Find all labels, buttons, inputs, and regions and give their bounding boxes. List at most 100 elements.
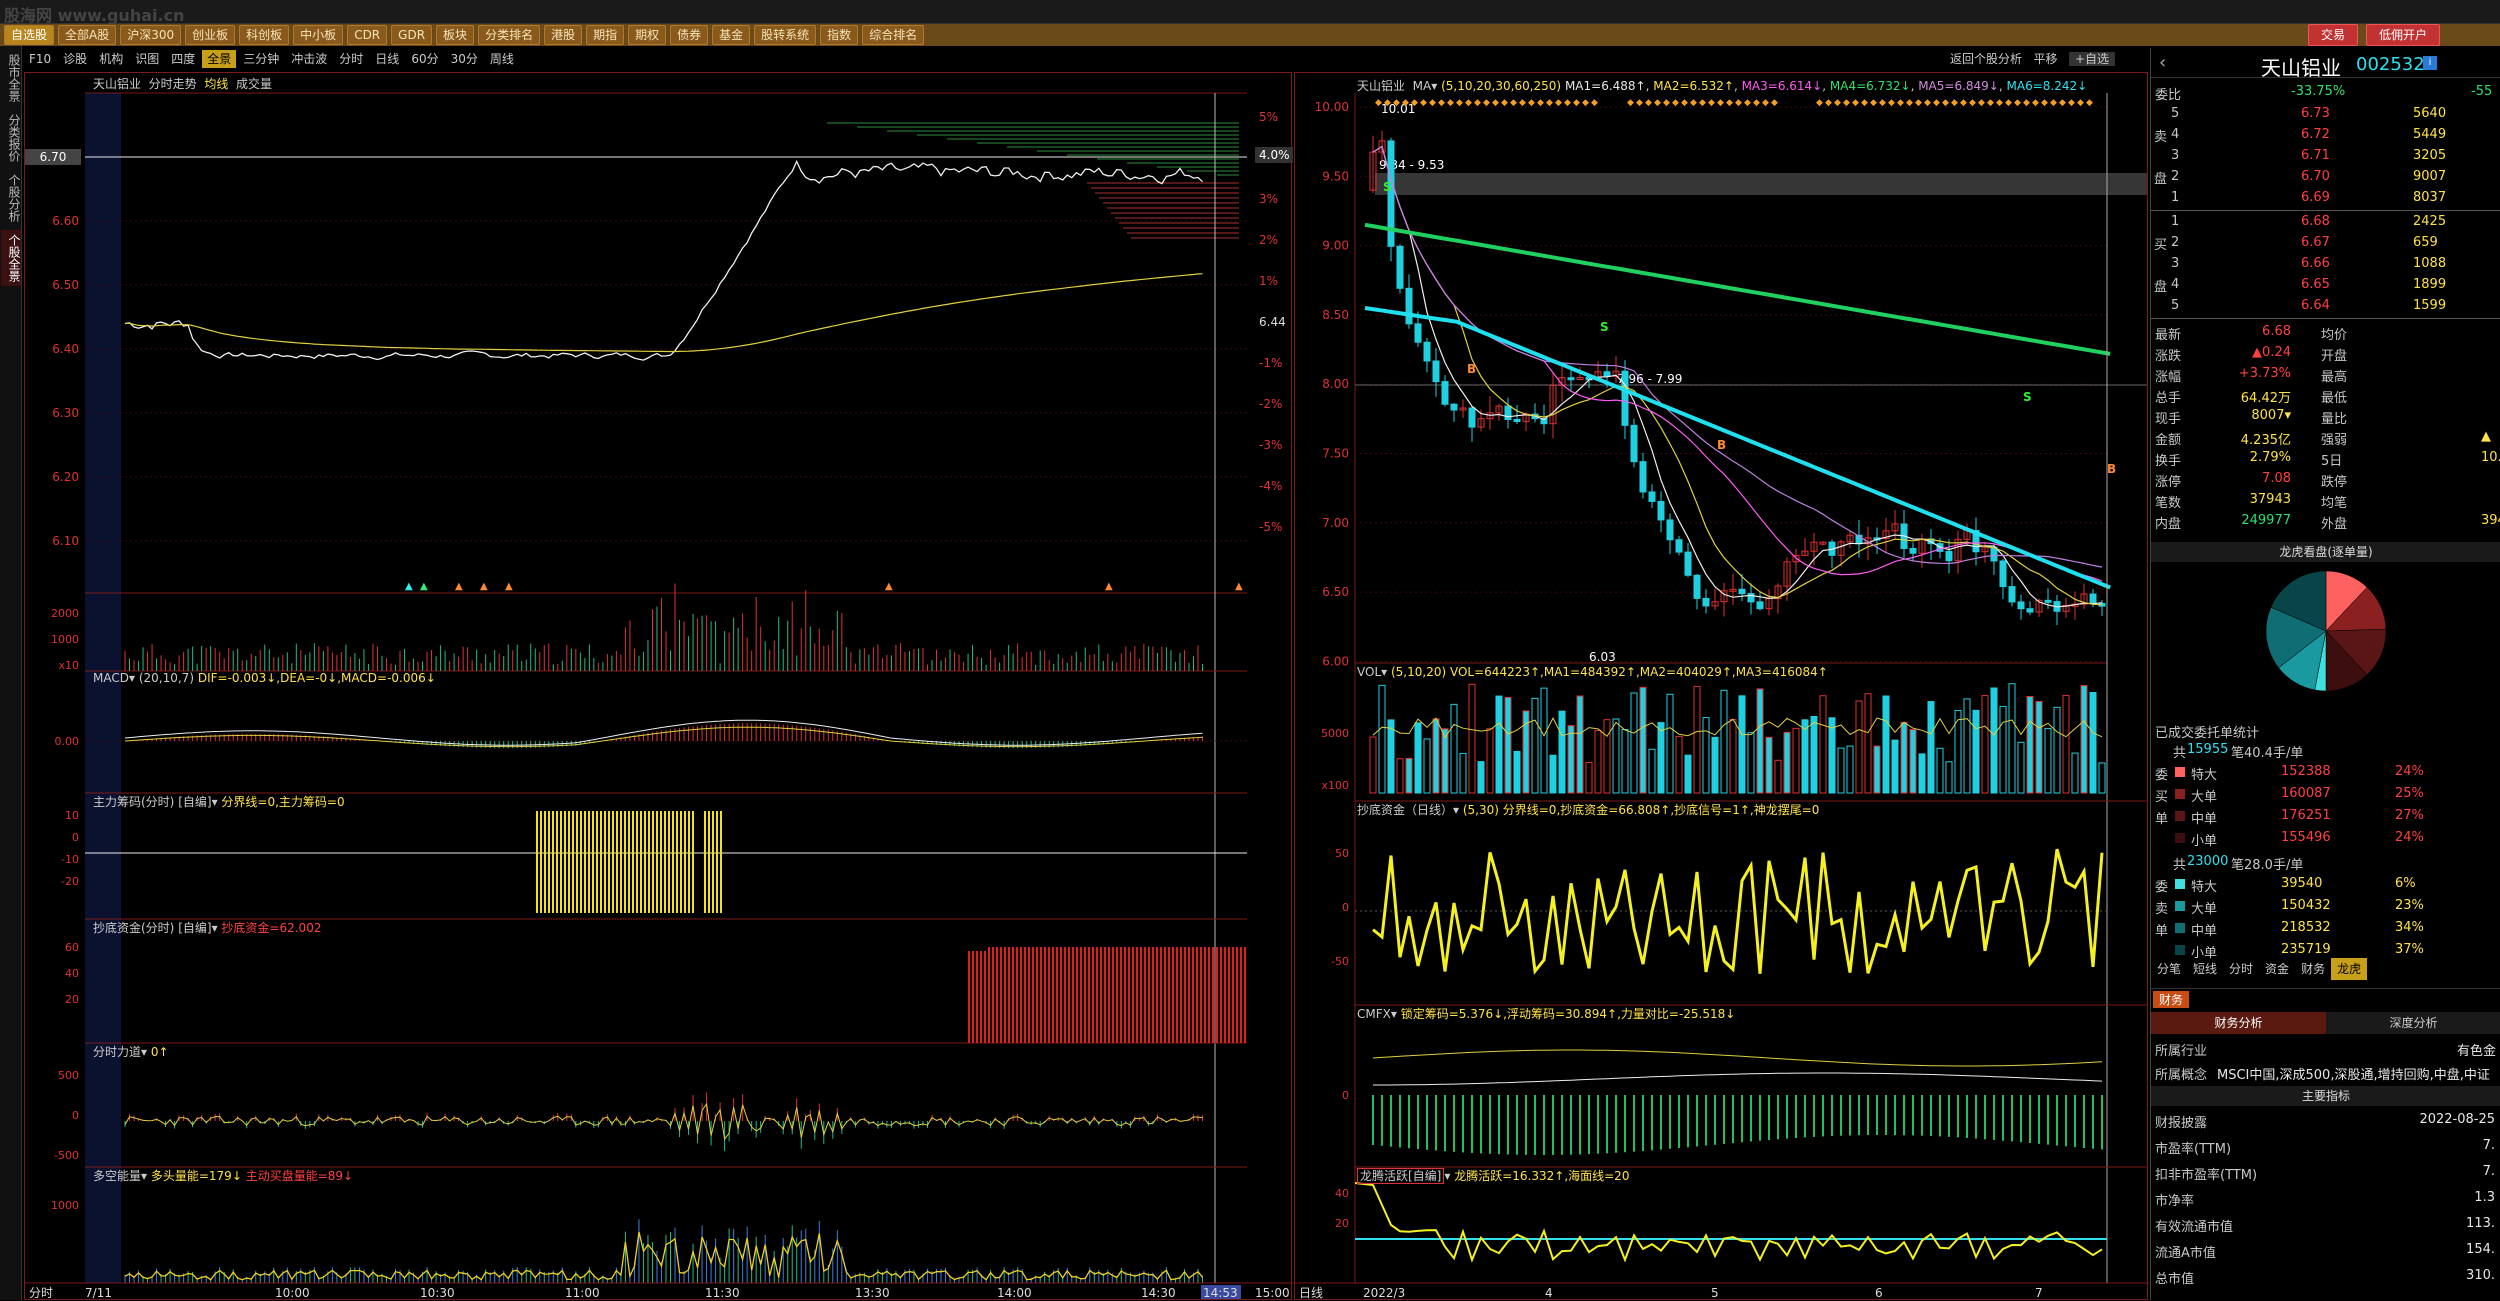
period-button[interactable]: 分时 — [334, 50, 368, 68]
side-tab[interactable]: 个股分析 — [1, 170, 21, 226]
period-button[interactable]: 机构 — [94, 50, 128, 68]
candle-body — [1630, 424, 1638, 463]
menu-item[interactable]: 综合排名 — [862, 25, 925, 45]
ma6-line — [1364, 306, 2111, 590]
cmfx-title[interactable]: CMFX — [1357, 1007, 1391, 1021]
quote-tab[interactable]: 财务 — [2295, 958, 2331, 980]
side-tab[interactable]: 分类报价 — [1, 110, 21, 166]
sell-group-vol: 176251 — [2281, 808, 2331, 823]
vol-day-bar — [1396, 758, 1404, 794]
lthy-title[interactable]: 龙腾活跃[自编] — [1357, 1168, 1445, 1184]
menu-item[interactable]: 指数 — [820, 25, 859, 45]
fin-value: 310. — [2466, 1268, 2495, 1283]
signal-diamond: ◆ — [1582, 98, 1589, 108]
period-button[interactable]: 冲击波 — [286, 50, 332, 68]
buy-level: 2 — [2171, 235, 2180, 250]
ma-label[interactable]: MA — [1413, 79, 1432, 93]
quote-tab[interactable]: 分时 — [2223, 958, 2259, 980]
menu-item[interactable]: CDR — [347, 25, 388, 45]
cdzj-tick: 40 — [65, 967, 79, 980]
stat-key: 涨幅 — [2155, 370, 2182, 385]
menu-item[interactable]: 板块 — [436, 25, 475, 45]
buy-row[interactable]: 4 6.65 1899 — [2151, 275, 2500, 296]
menu-item[interactable]: 港股 — [544, 25, 583, 45]
fin-analysis-tab[interactable]: 财务分析 — [2151, 1012, 2326, 1034]
quote-tab[interactable]: 资金 — [2259, 958, 2295, 980]
vol-day-bar — [1909, 729, 1917, 794]
period-button[interactable]: 识图 — [130, 50, 164, 68]
quote-panel: ‹ 天山铝业 002532 i 委比 -33.75% -55 5 6.73 5640… — [2150, 48, 2500, 1300]
back-chevron-icon[interactable]: ‹ — [2159, 52, 2166, 73]
vol-title[interactable]: VOL — [1357, 665, 1381, 679]
bs-marker: S — [1600, 320, 1609, 334]
signal-diamond: ◆ — [1411, 98, 1418, 108]
flat-button[interactable]: 平移 — [2033, 52, 2057, 66]
menu-item[interactable]: 中小板 — [293, 25, 344, 45]
menu-item[interactable]: 股转系统 — [754, 25, 817, 45]
side-tab[interactable]: 股市全景 — [1, 50, 21, 106]
vol-day-bar — [1567, 725, 1575, 794]
add-watchlist-button[interactable]: +自选 — [2068, 52, 2115, 66]
dkln-title[interactable]: 多空能量 — [93, 1169, 141, 1183]
macd-title[interactable]: MACD — [93, 671, 129, 685]
vol-day-bar — [1387, 719, 1395, 794]
period-button[interactable]: 全景 — [202, 50, 237, 68]
menu-item[interactable]: 全部A股 — [58, 25, 117, 45]
cmfx-values: 锁定筹码=5.376↓,浮动筹码=30.894↑,力量对比=-25.518↓ — [1400, 1007, 1736, 1021]
finance-tab[interactable]: 财务 — [2153, 991, 2190, 1008]
period-button[interactable]: 30分 — [446, 50, 483, 68]
buy-row[interactable]: 2 6.67 659 — [2151, 233, 2500, 254]
vol-day-bar — [1711, 736, 1719, 794]
sell-row[interactable]: 5 6.73 5640 — [2151, 104, 2500, 125]
candle-body — [1675, 539, 1683, 553]
fsld-title[interactable]: 分时力道 — [93, 1045, 141, 1059]
cdzj-title[interactable]: 抄底资金(分时) — [93, 921, 174, 935]
period-button[interactable]: F10 — [24, 50, 56, 68]
menu-item[interactable]: 分类排名 — [478, 25, 541, 45]
kline-panel: 10.00 9.50 9.00 8.50 8.00 7.50 7.00 6.50 6.00 9.3… — [1294, 72, 2149, 1300]
info-icon[interactable]: i — [2423, 56, 2437, 70]
period-button[interactable]: 日线 — [370, 50, 404, 68]
sell-row[interactable]: 2 6.70 9007 — [2151, 167, 2500, 188]
open-account-button[interactable]: 低佣开户 — [2365, 24, 2440, 46]
trade-button[interactable]: 交易 — [2307, 24, 2358, 46]
deep-analysis-tab[interactable]: 深度分析 — [2326, 1012, 2500, 1034]
menu-item[interactable]: 沪深300 — [120, 25, 182, 45]
menu-item[interactable]: 创业板 — [185, 25, 236, 45]
menu-item[interactable]: GDR — [391, 25, 433, 45]
vol-day-tick: x100 — [1321, 779, 1349, 792]
menu-item[interactable]: 期指 — [586, 25, 625, 45]
back-analysis-button[interactable]: 返回个股分析 — [1950, 52, 2022, 66]
time-tick: 14:30 — [1141, 1286, 1176, 1300]
candle-body — [1990, 546, 1998, 562]
sell-row[interactable]: 1 6.69 8037 — [2151, 188, 2500, 209]
cdzj-day-title[interactable]: 抄底资金（日线） — [1357, 803, 1453, 817]
sell-side-label: 盘 — [2154, 172, 2168, 187]
buy-row[interactable]: 3 6.66 1088 — [2151, 254, 2500, 275]
period-button[interactable]: 诊股 — [58, 50, 92, 68]
signal-diamond: ◆ — [1537, 98, 1544, 108]
side-tab[interactable]: 个股全景 — [1, 230, 21, 286]
buy-row[interactable]: 1 6.68 2425 — [2151, 212, 2500, 233]
signal-diamond: ◆ — [1672, 98, 1679, 108]
period-button[interactable]: 三分钟 — [238, 50, 284, 68]
candle-body — [1756, 601, 1764, 610]
sell-row[interactable]: 4 6.72 5449 — [2151, 125, 2500, 146]
buy-row[interactable]: 5 6.64 1599 — [2151, 296, 2500, 317]
menu-item[interactable]: 期权 — [628, 25, 667, 45]
stat-key: 现手 — [2155, 412, 2182, 427]
period-button[interactable]: 四度 — [166, 50, 200, 68]
menu-item[interactable]: 科创板 — [239, 25, 290, 45]
period-button[interactable]: 60分 — [406, 50, 443, 68]
period-button[interactable]: 周线 — [485, 50, 519, 68]
zljm-title[interactable]: 主力筹码(分时) — [93, 795, 174, 809]
sell-row[interactable]: 3 6.71 3205 — [2151, 146, 2500, 167]
quote-tab[interactable]: 短线 — [2187, 958, 2223, 980]
quote-tab[interactable]: 分笔 — [2151, 958, 2187, 980]
menu-item[interactable]: 自选股 — [4, 25, 55, 45]
quote-tab[interactable]: 龙虎 — [2331, 958, 2368, 980]
lhk-title: 龙虎看盘(逐单量) — [2151, 542, 2500, 562]
menu-item[interactable]: 债券 — [670, 25, 709, 45]
stat-value: 64.42万 — [2240, 391, 2291, 406]
menu-item[interactable]: 基金 — [712, 25, 751, 45]
